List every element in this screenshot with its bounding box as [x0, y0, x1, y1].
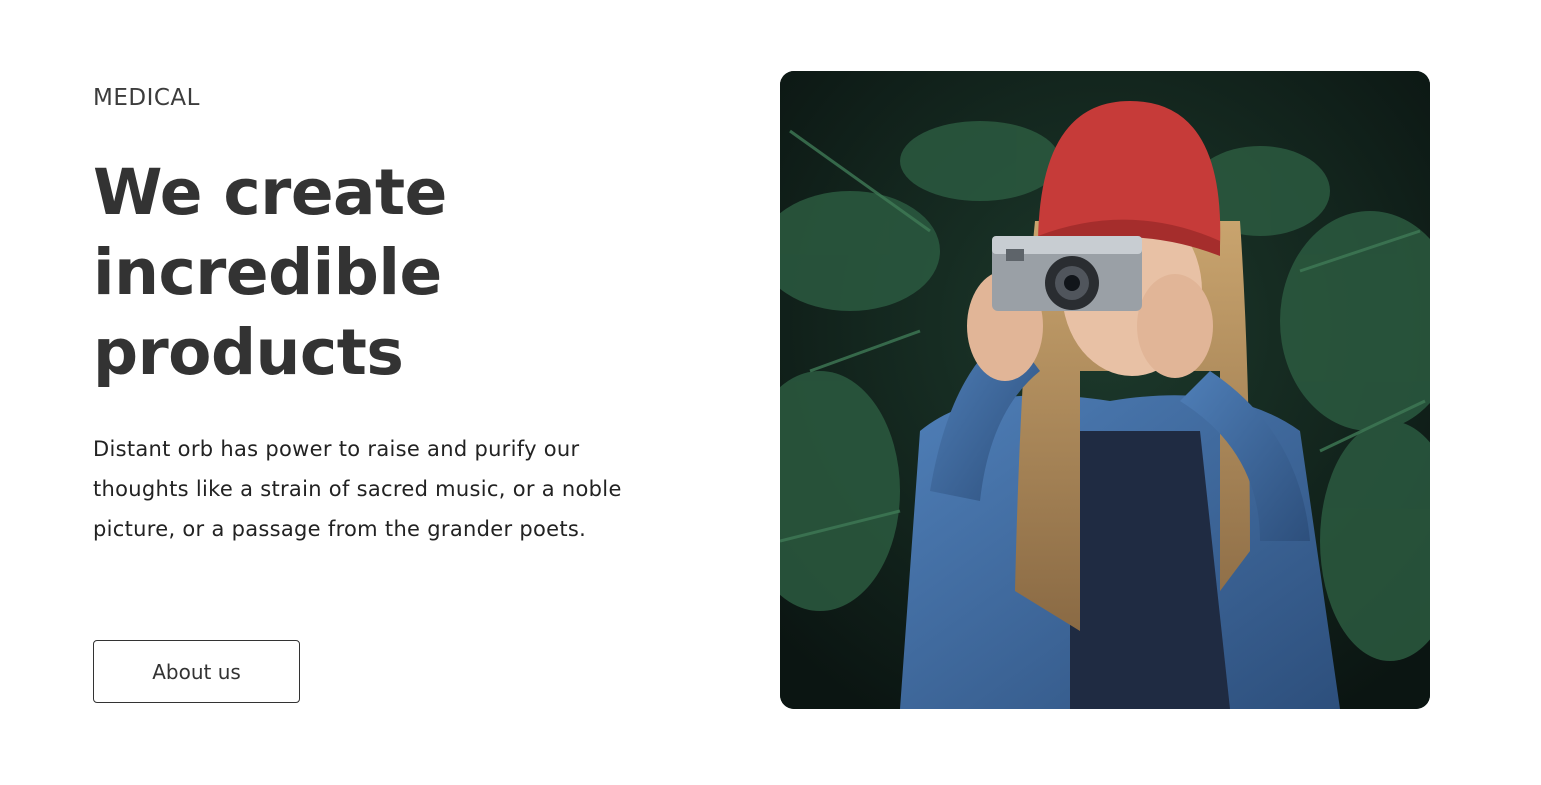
hero-section: MEDICAL We create incredible products Di… — [0, 0, 1541, 785]
photographer-illustration — [780, 71, 1430, 709]
hero-headline: We create incredible products — [93, 156, 447, 389]
about-us-button[interactable]: About us — [93, 640, 300, 703]
hero-image — [780, 71, 1430, 709]
hero-description: Distant orb has power to raise and purif… — [93, 437, 622, 541]
category-label: MEDICAL — [93, 85, 200, 111]
